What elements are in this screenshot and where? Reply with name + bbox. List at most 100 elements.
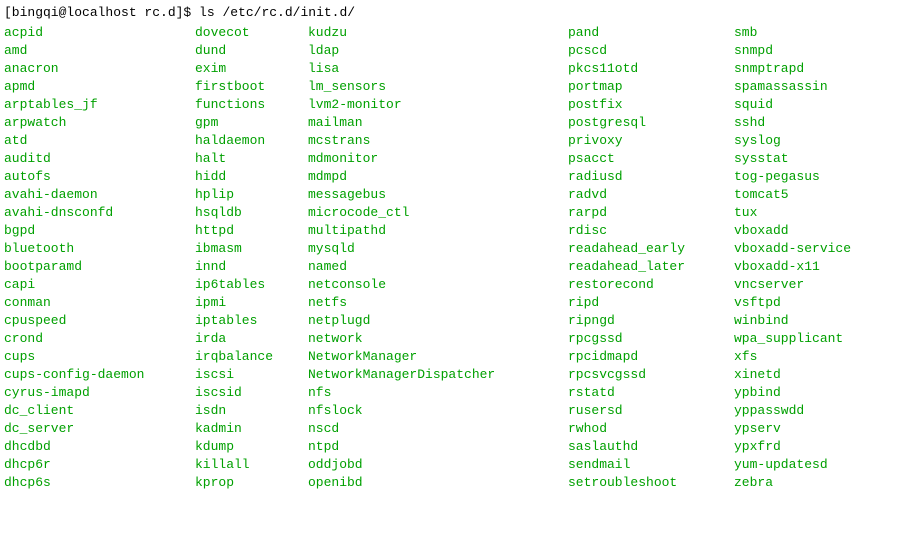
file-entry: avahi-dnsconfd [4, 204, 195, 222]
file-entry: pkcs11otd [568, 60, 734, 78]
listing-column-4: pandpcscdpkcs11otdportmappostfixpostgres… [568, 24, 734, 492]
file-entry: vboxadd [734, 222, 851, 240]
file-entry: yppasswdd [734, 402, 851, 420]
file-entry: acpid [4, 24, 195, 42]
file-entry: ypserv [734, 420, 851, 438]
file-entry: vncserver [734, 276, 851, 294]
file-entry: dhcp6r [4, 456, 195, 474]
file-entry: wpa_supplicant [734, 330, 851, 348]
listing-column-1: acpidamdanacronapmdarptables_jfarpwatcha… [4, 24, 195, 492]
file-entry: hsqldb [195, 204, 308, 222]
file-entry: firstboot [195, 78, 308, 96]
file-entry: isdn [195, 402, 308, 420]
file-entry: ip6tables [195, 276, 308, 294]
file-entry: cyrus-imapd [4, 384, 195, 402]
file-entry: microcode_ctl [308, 204, 568, 222]
file-entry: postfix [568, 96, 734, 114]
file-entry: nscd [308, 420, 568, 438]
file-entry: psacct [568, 150, 734, 168]
file-entry: iptables [195, 312, 308, 330]
file-entry: readahead_early [568, 240, 734, 258]
listing-column-3: kudzuldaplisalm_sensorslvm2-monitormailm… [308, 24, 568, 492]
file-entry: ldap [308, 42, 568, 60]
file-entry: lisa [308, 60, 568, 78]
file-entry: dhcdbd [4, 438, 195, 456]
file-entry: kudzu [308, 24, 568, 42]
file-entry: zebra [734, 474, 851, 492]
file-entry: netconsole [308, 276, 568, 294]
file-entry: rpcgssd [568, 330, 734, 348]
file-entry: rarpd [568, 204, 734, 222]
file-entry: sshd [734, 114, 851, 132]
file-entry: pand [568, 24, 734, 42]
file-entry: irda [195, 330, 308, 348]
file-entry: privoxy [568, 132, 734, 150]
file-entry: snmptrapd [734, 60, 851, 78]
file-entry: ibmasm [195, 240, 308, 258]
file-entry: snmpd [734, 42, 851, 60]
file-entry: openibd [308, 474, 568, 492]
file-entry: smb [734, 24, 851, 42]
file-entry: yum-updatesd [734, 456, 851, 474]
file-entry: haldaemon [195, 132, 308, 150]
file-entry: nfs [308, 384, 568, 402]
file-entry: readahead_later [568, 258, 734, 276]
prompt-line: [bingqi@localhost rc.d]$ ls /etc/rc.d/in… [4, 4, 914, 22]
file-entry: postgresql [568, 114, 734, 132]
file-entry: oddjobd [308, 456, 568, 474]
file-entry: conman [4, 294, 195, 312]
prompt-prefix: [bingqi@localhost rc.d]$ [4, 5, 199, 20]
file-entry: cpuspeed [4, 312, 195, 330]
listing-column-2: dovecotdundeximfirstbootfunctionsgpmhald… [195, 24, 308, 492]
prompt-command: ls /etc/rc.d/init.d/ [199, 5, 355, 20]
file-entry: vsftpd [734, 294, 851, 312]
file-entry: crond [4, 330, 195, 348]
file-entry: netplugd [308, 312, 568, 330]
file-entry: atd [4, 132, 195, 150]
file-entry: lvm2-monitor [308, 96, 568, 114]
file-entry: httpd [195, 222, 308, 240]
file-entry: ripngd [568, 312, 734, 330]
file-entry: exim [195, 60, 308, 78]
file-entry: portmap [568, 78, 734, 96]
file-entry: dhcp6s [4, 474, 195, 492]
file-entry: named [308, 258, 568, 276]
file-entry: xfs [734, 348, 851, 366]
file-entry: vboxadd-x11 [734, 258, 851, 276]
file-entry: rpcidmapd [568, 348, 734, 366]
file-entry: rpcsvcgssd [568, 366, 734, 384]
file-entry: bluetooth [4, 240, 195, 258]
file-entry: vboxadd-service [734, 240, 851, 258]
file-entry: killall [195, 456, 308, 474]
file-entry: arpwatch [4, 114, 195, 132]
file-entry: kprop [195, 474, 308, 492]
file-entry: bgpd [4, 222, 195, 240]
file-entry: halt [195, 150, 308, 168]
file-entry: NetworkManagerDispatcher [308, 366, 568, 384]
file-entry: sysstat [734, 150, 851, 168]
file-entry: pcscd [568, 42, 734, 60]
file-entry: apmd [4, 78, 195, 96]
file-entry: saslauthd [568, 438, 734, 456]
file-entry: mdmonitor [308, 150, 568, 168]
file-entry: innd [195, 258, 308, 276]
file-entry: setroubleshoot [568, 474, 734, 492]
directory-listing: acpidamdanacronapmdarptables_jfarpwatcha… [4, 24, 914, 492]
file-entry: hidd [195, 168, 308, 186]
file-entry: irqbalance [195, 348, 308, 366]
file-entry: squid [734, 96, 851, 114]
file-entry: bootparamd [4, 258, 195, 276]
file-entry: tomcat5 [734, 186, 851, 204]
file-entry: tux [734, 204, 851, 222]
file-entry: autofs [4, 168, 195, 186]
file-entry: amd [4, 42, 195, 60]
file-entry: spamassassin [734, 78, 851, 96]
file-entry: ntpd [308, 438, 568, 456]
file-entry: mcstrans [308, 132, 568, 150]
file-entry: mysqld [308, 240, 568, 258]
file-entry: ipmi [195, 294, 308, 312]
file-entry: rusersd [568, 402, 734, 420]
file-entry: gpm [195, 114, 308, 132]
file-entry: capi [4, 276, 195, 294]
file-entry: kdump [195, 438, 308, 456]
